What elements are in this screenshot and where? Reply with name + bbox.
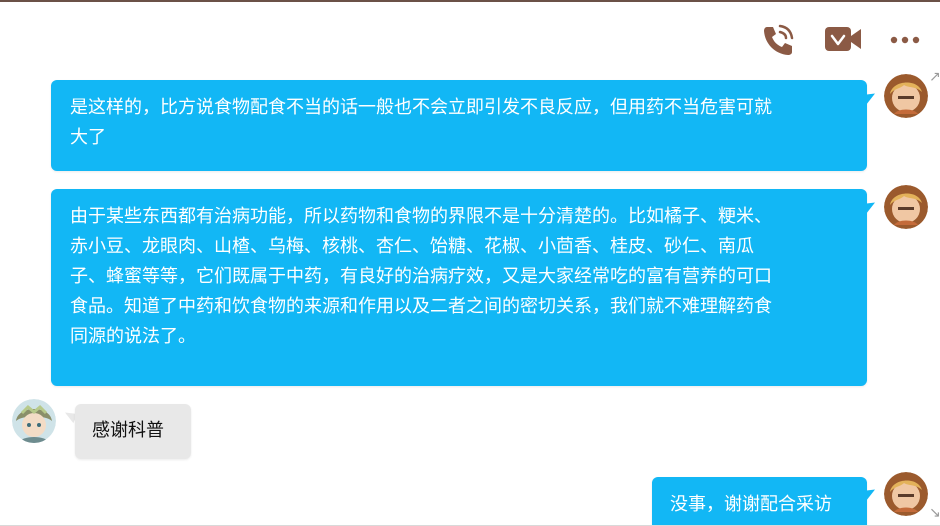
message-line: 食品。知道了中药和饮食物的来源和作用以及二者之间的密切关系，我们就不难理解药食 (70, 296, 772, 317)
message-line: 是这样的，比方说食物配食不当的话一般也不会立即引发不良反应，但用药不当危害可就 (70, 97, 772, 118)
message-row: 没事，谢谢配合采访 ↘ (0, 470, 940, 526)
message-bubble-outgoing[interactable]: 是这样的，比方说食物配食不当的话一般也不会立即引发不良反应，但用药不当危害可就 … (51, 80, 867, 171)
video-camera-icon (825, 27, 861, 51)
phone-icon (764, 24, 794, 55)
message-line: 同源的说法了。 (70, 326, 196, 347)
my-avatar[interactable] (884, 74, 928, 118)
window-top-border (0, 0, 940, 2)
contact-avatar[interactable] (12, 399, 56, 443)
message-line: 没事，谢谢配合采访 (670, 494, 832, 515)
video-call-button[interactable] (824, 24, 864, 56)
message-bubble-outgoing[interactable]: 由于某些东西都有治病功能，所以药物和食物的界限不是十分清楚的。比如橘子、粳米、 … (51, 189, 867, 386)
expand-arrow-icon: ↗ (929, 69, 940, 85)
message-line: 赤小豆、龙眼肉、山楂、乌梅、核桃、杏仁、饴糖、花椒、小茴香、桂皮、砂仁、南瓜 (70, 236, 754, 257)
more-options-button[interactable] (888, 32, 924, 46)
message-bubble-outgoing[interactable]: 没事，谢谢配合采访 (652, 477, 867, 526)
message-line: 由于某些东西都有治病功能，所以药物和食物的界限不是十分清楚的。比如橘子、粳米、 (70, 206, 772, 227)
my-avatar[interactable] (884, 185, 928, 229)
message-row: 由于某些东西都有治病功能，所以药物和食物的界限不是十分清楚的。比如橘子、粳米、 … (0, 185, 940, 389)
my-avatar[interactable] (884, 472, 928, 516)
message-row: 感谢科普 (0, 397, 940, 463)
voice-call-button[interactable] (760, 22, 796, 58)
message-line: 感谢科普 (92, 420, 164, 441)
collapse-arrow-icon: ↘ (929, 505, 940, 521)
message-line: 子、蜂蜜等等，它们既属于中药，有良好的治病疗效，又是大家经常吃的富有营养的可口 (70, 266, 772, 287)
message-line: 大了 (70, 127, 106, 148)
more-dots-icon (890, 36, 920, 44)
message-row: 是这样的，比方说食物配食不当的话一般也不会立即引发不良反应，但用药不当危害可就 … (0, 70, 940, 174)
message-bubble-incoming[interactable]: 感谢科普 (75, 404, 191, 459)
chat-window: 是这样的，比方说食物配食不当的话一般也不会立即引发不良反应，但用药不当危害可就 … (0, 0, 940, 526)
